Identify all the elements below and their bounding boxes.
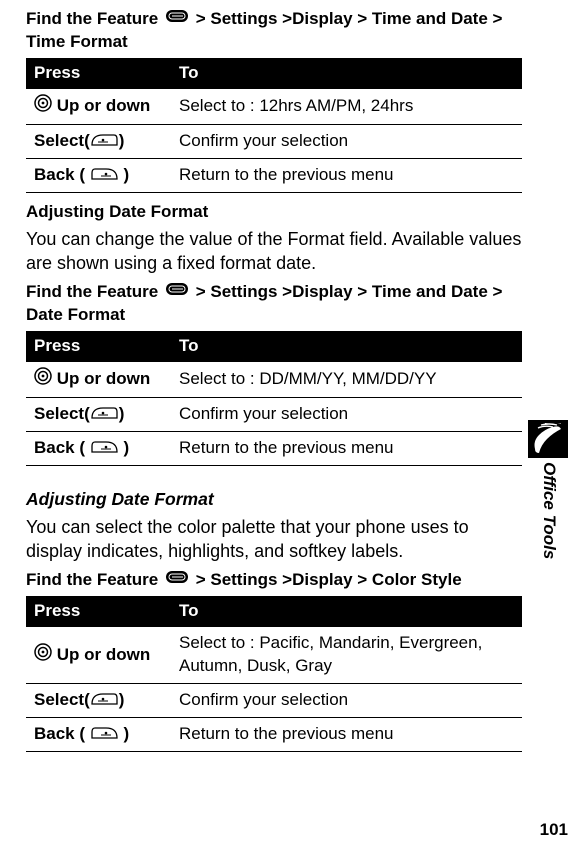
page-number: 101 bbox=[540, 819, 568, 842]
to-text: Select to : DD/MM/YY, MM/DD/YY bbox=[171, 362, 522, 397]
softkey-icon bbox=[90, 130, 119, 153]
table-row: Select() Confirm your selection bbox=[26, 124, 522, 158]
press-label-mid: ( bbox=[75, 165, 90, 184]
side-tab: Office Tools bbox=[528, 420, 568, 559]
to-text: Return to the previous menu bbox=[171, 158, 522, 192]
to-text: Return to the previous menu bbox=[171, 718, 522, 752]
press-label-pre: Back bbox=[34, 438, 75, 457]
to-text: Select to : Pacific, Mandarin, Evergreen… bbox=[171, 627, 522, 683]
press-label-mid: ( bbox=[75, 438, 90, 457]
menu-icon bbox=[166, 569, 188, 592]
phone-icon bbox=[528, 420, 568, 458]
menu-icon bbox=[166, 8, 188, 31]
table-row: Back ( ) Return to the previous menu bbox=[26, 158, 522, 192]
press-label: Up or down bbox=[57, 369, 150, 388]
col-to-header: To bbox=[171, 596, 522, 627]
press-label-post: ) bbox=[119, 724, 129, 743]
press-label-pre: Select( bbox=[34, 404, 90, 423]
col-press-header: Press bbox=[26, 58, 171, 89]
softkey-icon bbox=[90, 437, 119, 460]
find-feature-date-format: Find the Feature > Settings >Display > T… bbox=[26, 281, 522, 327]
softkey-icon bbox=[90, 689, 119, 712]
softkey-icon bbox=[90, 164, 119, 187]
press-label-post: ) bbox=[119, 165, 129, 184]
find-feature-prefix: Find the Feature bbox=[26, 282, 158, 301]
section-body: You can select the color palette that yo… bbox=[26, 515, 522, 564]
side-section-label: Office Tools bbox=[528, 462, 560, 559]
softkey-icon bbox=[90, 723, 119, 746]
table-row: Up or down Select to : 12hrs AM/PM, 24hr… bbox=[26, 89, 522, 124]
dial-icon bbox=[34, 643, 52, 668]
press-label-pre: Back bbox=[34, 724, 75, 743]
subheading-color-style: Adjusting Date Format bbox=[26, 488, 522, 512]
press-label: Up or down bbox=[57, 645, 150, 664]
date-format-table: Press To Up or down Select to : DD/MM/YY… bbox=[26, 331, 522, 466]
find-feature-prefix: Find the Feature bbox=[26, 570, 158, 589]
section-title-date-format: Adjusting Date Format bbox=[26, 201, 522, 224]
table-row: Select() Confirm your selection bbox=[26, 684, 522, 718]
menu-icon bbox=[166, 281, 188, 304]
press-label-pre: Select( bbox=[34, 690, 90, 709]
to-text: Select to : 12hrs AM/PM, 24hrs bbox=[171, 89, 522, 124]
press-label-post: ) bbox=[119, 131, 125, 150]
press-label: Up or down bbox=[57, 96, 150, 115]
find-feature-color-style: Find the Feature > Settings >Display > C… bbox=[26, 569, 522, 592]
find-feature-time-format: Find the Feature > Settings >Display > T… bbox=[26, 8, 522, 54]
to-text: Return to the previous menu bbox=[171, 432, 522, 466]
softkey-icon bbox=[90, 403, 119, 426]
color-style-table: Press To Up or down Select to : Pacific,… bbox=[26, 596, 522, 752]
section-body: You can change the value of the Format f… bbox=[26, 227, 522, 276]
press-label-mid: ( bbox=[75, 724, 90, 743]
dial-icon bbox=[34, 94, 52, 119]
press-label-post: ) bbox=[119, 690, 125, 709]
find-feature-prefix: Find the Feature bbox=[26, 9, 158, 28]
col-press-header: Press bbox=[26, 331, 171, 362]
press-label-post: ) bbox=[119, 438, 129, 457]
to-text: Confirm your selection bbox=[171, 124, 522, 158]
press-label-post: ) bbox=[119, 404, 125, 423]
col-to-header: To bbox=[171, 331, 522, 362]
dial-icon bbox=[34, 367, 52, 392]
col-to-header: To bbox=[171, 58, 522, 89]
to-text: Confirm your selection bbox=[171, 684, 522, 718]
table-row: Back ( ) Return to the previous menu bbox=[26, 432, 522, 466]
time-format-table: Press To Up or down Select to : 12hrs AM… bbox=[26, 58, 522, 193]
table-row: Select() Confirm your selection bbox=[26, 398, 522, 432]
col-press-header: Press bbox=[26, 596, 171, 627]
table-row: Back ( ) Return to the previous menu bbox=[26, 718, 522, 752]
find-feature-path: > Settings >Display > Color Style bbox=[196, 570, 462, 589]
press-label-pre: Back bbox=[34, 165, 75, 184]
table-row: Up or down Select to : Pacific, Mandarin… bbox=[26, 627, 522, 683]
to-text: Confirm your selection bbox=[171, 398, 522, 432]
press-label-pre: Select( bbox=[34, 131, 90, 150]
table-row: Up or down Select to : DD/MM/YY, MM/DD/Y… bbox=[26, 362, 522, 397]
